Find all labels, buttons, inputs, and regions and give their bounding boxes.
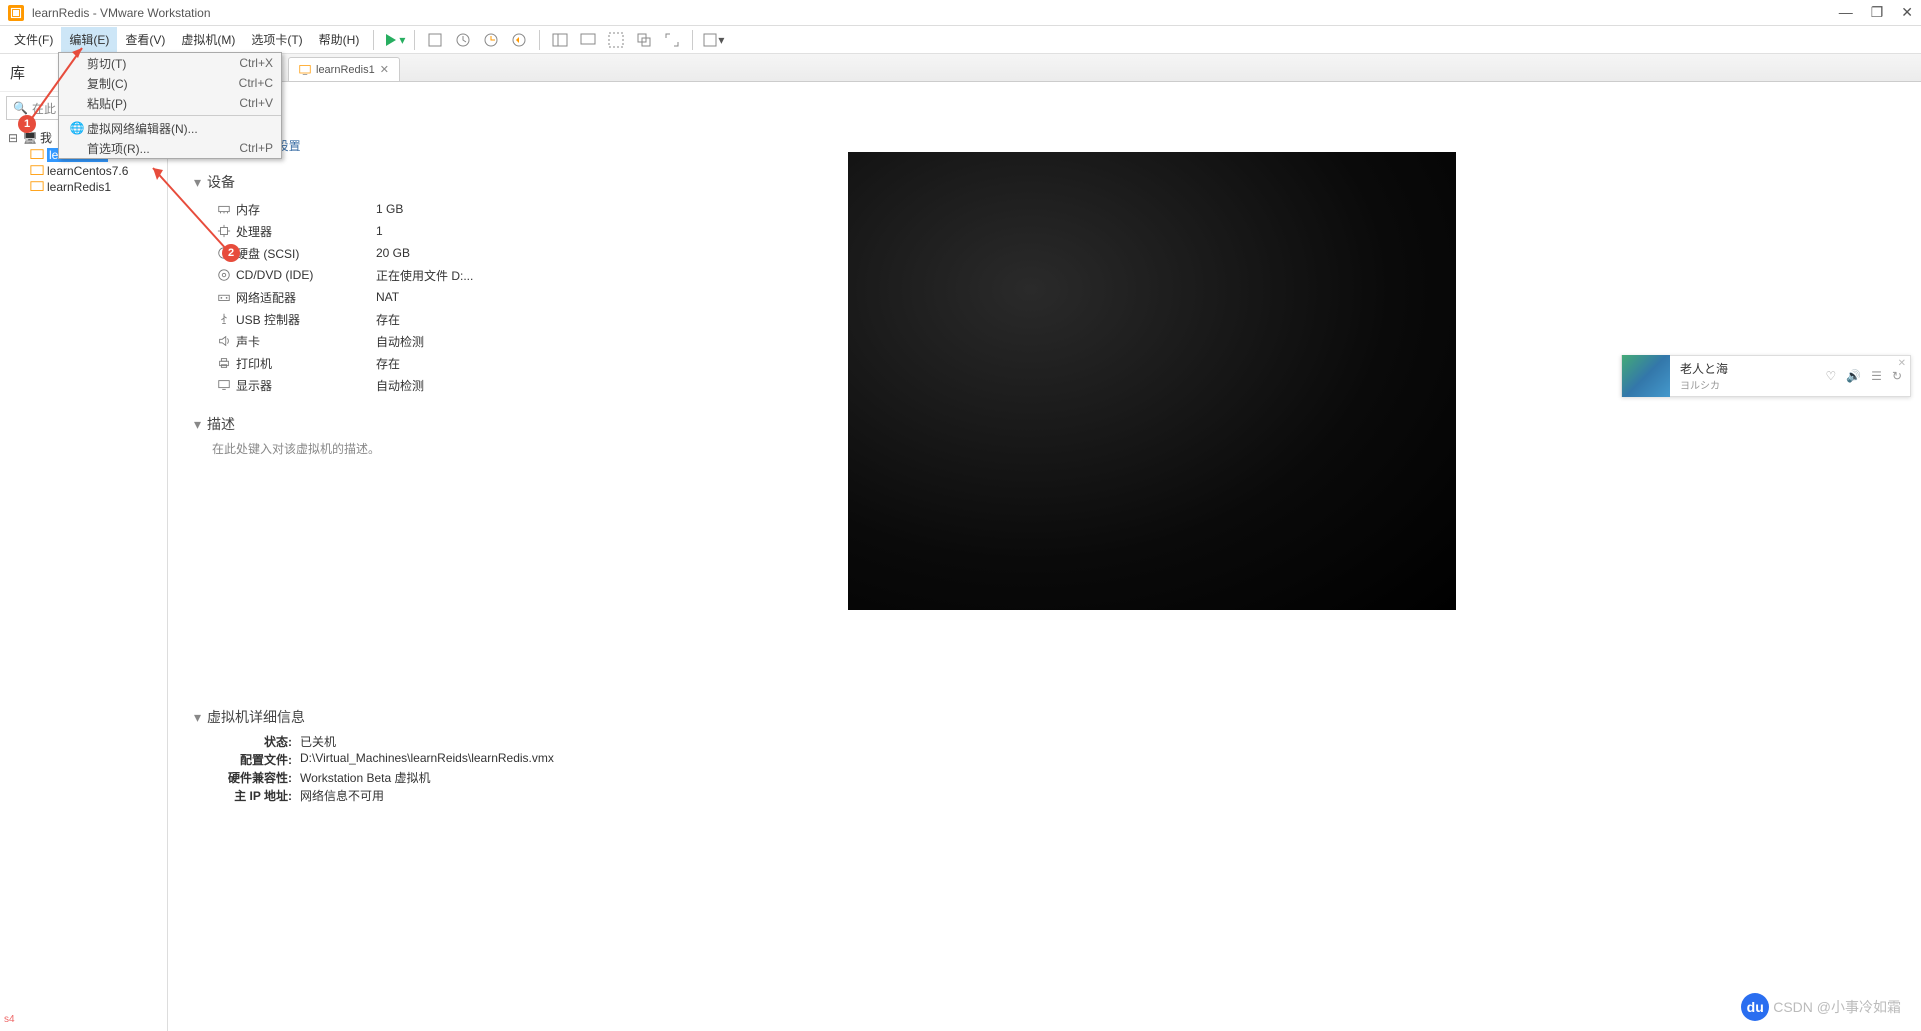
playlist-icon[interactable]: ☰ — [1871, 369, 1882, 383]
menu-file[interactable]: 文件(F) — [6, 27, 61, 52]
heart-icon[interactable]: ♡ — [1825, 369, 1836, 383]
menu-cut[interactable]: 剪切(T)Ctrl+X — [59, 53, 281, 73]
snapshot-icon[interactable] — [449, 28, 477, 52]
menu-paste[interactable]: 粘贴(P)Ctrl+V — [59, 93, 281, 113]
display-icon — [212, 378, 236, 392]
menu-edit[interactable]: 编辑(E) — [61, 27, 117, 52]
close-button[interactable]: ✕ — [1901, 4, 1913, 21]
baidu-logo-icon: du — [1741, 993, 1769, 1021]
menu-tabs[interactable]: 选项卡(T) — [243, 27, 310, 52]
detail-row: 主 IP 地址:网络信息不可用 — [212, 787, 1895, 805]
content-area: learnRedis1 ✕ is ⧉编辑虚拟机设置 ▾设备 内存1 GB处理器1… — [168, 54, 1921, 1031]
vm-icon — [299, 64, 311, 76]
usb-icon — [212, 312, 236, 326]
menu-help[interactable]: 帮助(H) — [311, 27, 368, 52]
app-logo-icon — [8, 5, 24, 21]
library-sidebar: 库✕ 🔍 在此 ⊟🖥我 learnRedislearnCentos7.6lear… — [0, 54, 168, 1031]
memory-icon — [212, 202, 236, 216]
printer-icon — [212, 356, 236, 370]
network-icon — [212, 290, 236, 304]
view-stretch-icon[interactable] — [602, 28, 630, 52]
menu-copy[interactable]: 复制(C)Ctrl+C — [59, 73, 281, 93]
globe-icon: 🌐 — [67, 121, 87, 135]
annotation-badge-2: 2 — [222, 244, 240, 262]
view-fullscreen-icon[interactable] — [658, 28, 686, 52]
detail-row: 硬件兼容性:Workstation Beta 虚拟机 — [212, 769, 1895, 787]
view-sidebar-icon[interactable] — [546, 28, 574, 52]
vm-preview-thumbnail[interactable] — [848, 152, 1456, 610]
close-tab-icon[interactable]: ✕ — [380, 63, 389, 76]
annotation-badge-1: 1 — [18, 115, 36, 133]
tree-item-learnredis1[interactable]: learnRedis1 — [2, 179, 165, 195]
menu-view[interactable]: 查看(V) — [117, 27, 173, 52]
watermark: du CSDN @小事冷如霜 — [1741, 993, 1901, 1021]
menu-vm[interactable]: 虚拟机(M) — [173, 27, 243, 52]
menu-preferences[interactable]: 首选项(R)...Ctrl+P — [59, 138, 281, 158]
window-title: learnRedis - VMware Workstation — [32, 6, 1839, 20]
sound-icon — [212, 334, 236, 348]
view-unity-icon[interactable] — [630, 28, 658, 52]
vm-icon — [30, 164, 44, 178]
view-console-icon[interactable] — [574, 28, 602, 52]
snapshot-manage-icon[interactable] — [477, 28, 505, 52]
minimize-button[interactable]: — — [1839, 4, 1853, 21]
menu-virtual-network-editor[interactable]: 🌐虚拟网络编辑器(N)... — [59, 118, 281, 138]
detail-row: 状态:已关机 — [212, 733, 1895, 751]
volume-icon[interactable]: 🔊 — [1846, 369, 1861, 383]
detail-row: 配置文件:D:\Virtual_Machines\learnReids\lear… — [212, 751, 1895, 769]
vm-title: is — [194, 98, 1895, 129]
cd-icon — [212, 268, 236, 282]
vm-icon — [30, 180, 44, 194]
snapshot-revert-icon[interactable] — [505, 28, 533, 52]
title-bar: learnRedis - VMware Workstation — ❐ ✕ — [0, 0, 1921, 26]
menu-bar: 文件(F) 编辑(E) 查看(V) 虚拟机(M) 选项卡(T) 帮助(H) ▾ … — [0, 26, 1921, 54]
music-player-popup[interactable]: 老人と海 ヨルシカ ♡ 🔊 ☰ ↻ ✕ — [1621, 355, 1911, 397]
maximize-button[interactable]: ❐ — [1871, 4, 1884, 21]
vm-icon — [30, 148, 44, 162]
tab-strip: learnRedis1 ✕ — [168, 54, 1921, 82]
close-music-icon[interactable]: ✕ — [1898, 358, 1906, 369]
cpu-icon — [212, 224, 236, 238]
suspend-icon[interactable] — [421, 28, 449, 52]
tab-learnredis1[interactable]: learnRedis1 ✕ — [288, 57, 400, 81]
footer-marker: s4 — [4, 1014, 15, 1025]
power-on-button[interactable]: ▾ — [380, 28, 408, 52]
view-cycle-icon[interactable]: ▾ — [699, 28, 727, 52]
tree-item-learncentos7.6[interactable]: learnCentos7.6 — [2, 163, 165, 179]
edit-menu-dropdown: 剪切(T)Ctrl+X 复制(C)Ctrl+C 粘贴(P)Ctrl+V 🌐虚拟网… — [58, 52, 282, 159]
repeat-icon[interactable]: ↻ — [1892, 369, 1902, 383]
details-section[interactable]: ▾虚拟机详细信息 — [194, 707, 1895, 727]
album-art-icon — [1622, 355, 1670, 397]
music-artist: ヨルシカ — [1680, 377, 1815, 392]
music-title: 老人と海 — [1680, 360, 1815, 377]
